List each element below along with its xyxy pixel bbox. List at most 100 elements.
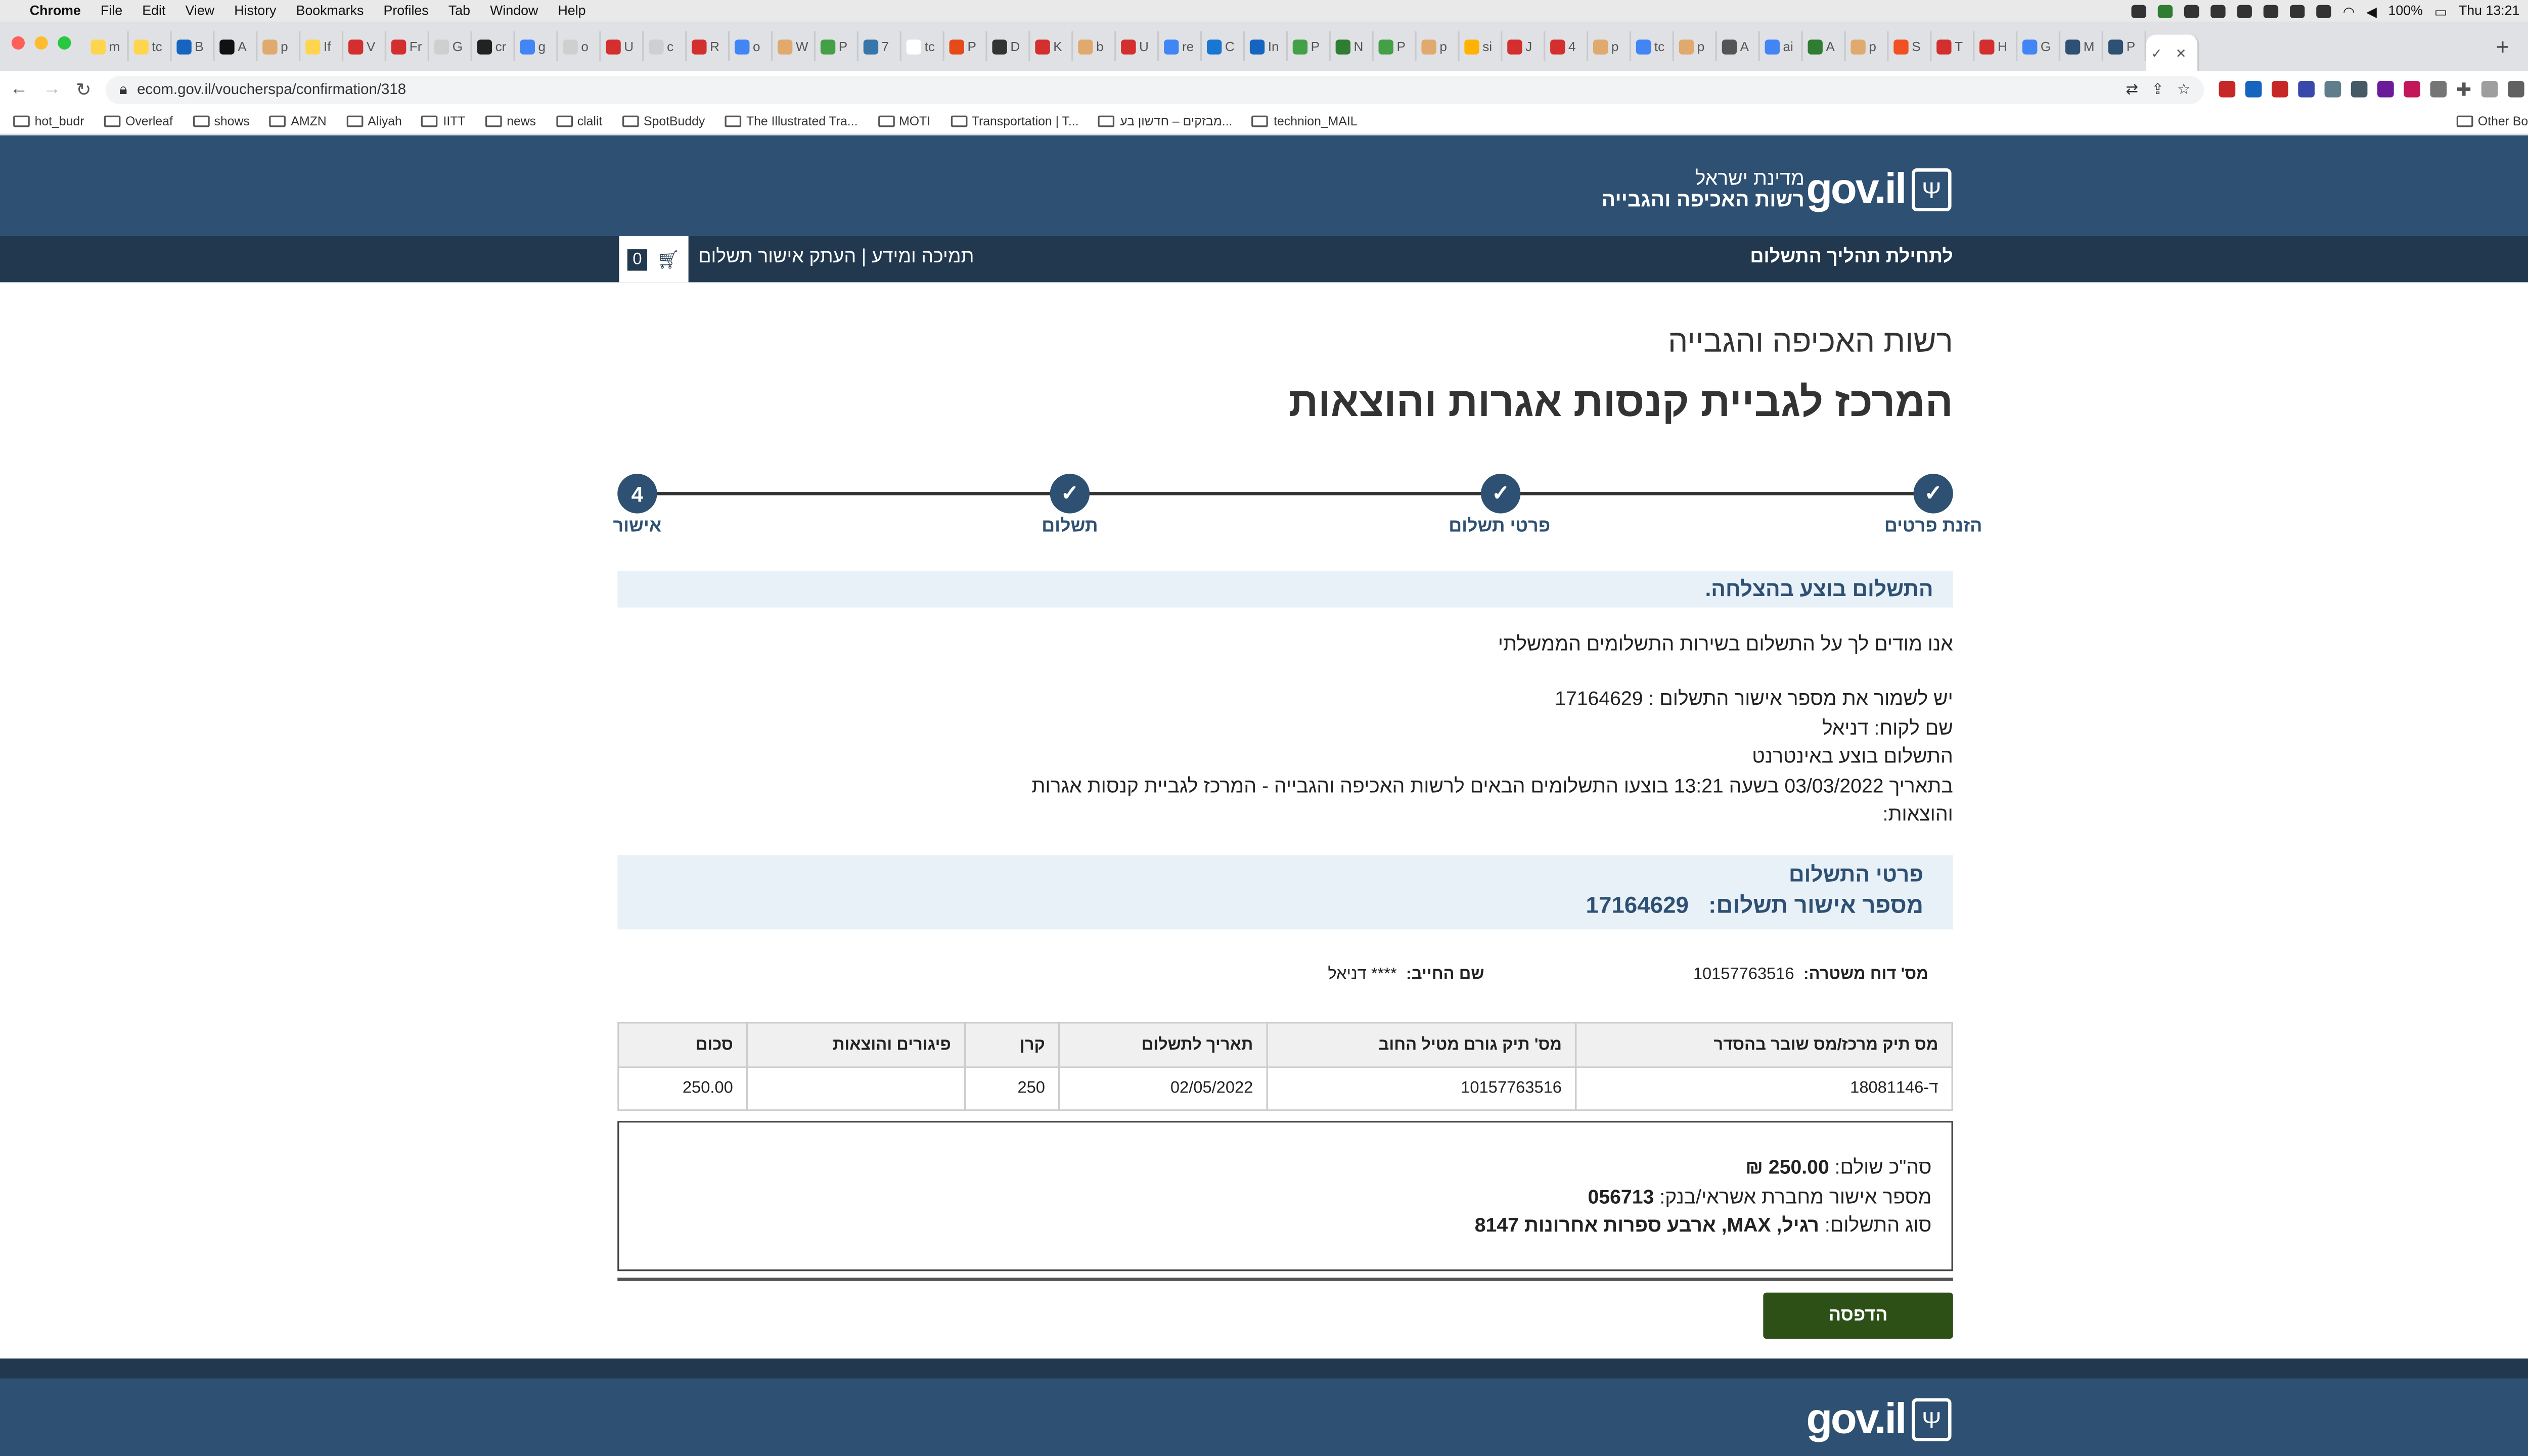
browser-tab[interactable]: o	[558, 31, 601, 61]
browser-tab[interactable]: P	[1374, 31, 1417, 61]
browser-tab[interactable]: p	[1846, 31, 1889, 61]
lock-icon[interactable]: 🔒︎	[119, 80, 127, 98]
bookmark-item[interactable]: IITT	[422, 113, 466, 128]
browser-tab[interactable]: m	[86, 31, 129, 61]
extension-icon[interactable]	[2218, 80, 2235, 98]
battery-percent[interactable]: 100%	[2388, 4, 2423, 18]
bookmark-item[interactable]: clalit	[556, 113, 602, 128]
bookmark-item[interactable]: MOTI	[877, 113, 930, 128]
browser-tab[interactable]: M	[2060, 31, 2103, 61]
browser-tab[interactable]: A	[214, 31, 258, 61]
menu-view[interactable]: View	[186, 4, 214, 18]
clock[interactable]: Thu 13:21	[2459, 4, 2519, 18]
wifi-icon[interactable]: ◠	[2343, 3, 2355, 19]
browser-tab[interactable]: 4	[1545, 31, 1589, 61]
bookmark-star-icon[interactable]: ☆	[2177, 80, 2190, 98]
forward-icon[interactable]: →	[43, 79, 61, 99]
browser-tab[interactable]: K	[1030, 31, 1073, 61]
browser-tab[interactable]: H	[1974, 31, 2018, 61]
browser-tab[interactable]: ai	[1760, 31, 1803, 61]
menu-file[interactable]: File	[101, 4, 122, 18]
browser-tab[interactable]: G	[429, 31, 472, 61]
browser-tab[interactable]: p	[1674, 31, 1717, 61]
browser-tab[interactable]: b	[1073, 31, 1116, 61]
menu-help[interactable]: Help	[558, 4, 585, 18]
other-bookmarks[interactable]: Other Bookmarks	[2456, 113, 2528, 128]
battery-icon[interactable]: ▭	[2434, 3, 2447, 19]
browser-tab[interactable]: P	[1288, 31, 1331, 61]
browser-tab[interactable]: tc	[1631, 31, 1675, 61]
browser-tab[interactable]: re	[1159, 31, 1202, 61]
status-app-icon[interactable]	[2290, 4, 2305, 18]
browser-tab[interactable]: P	[816, 31, 859, 61]
puzzle-icon[interactable]: ✚	[2456, 78, 2471, 100]
bookmark-item[interactable]: technion_MAIL	[1252, 113, 1358, 128]
extension-icon[interactable]	[2351, 80, 2367, 98]
bookmark-item[interactable]: shows	[193, 113, 250, 128]
browser-tab[interactable]: V	[343, 31, 387, 61]
browser-tab[interactable]: J	[1502, 31, 1546, 61]
extension-icon[interactable]	[2403, 80, 2420, 98]
gov-logo[interactable]: gov.il Ψ	[1806, 163, 1952, 214]
browser-tab[interactable]: In	[1245, 31, 1288, 61]
menu-profiles[interactable]: Profiles	[384, 4, 429, 18]
menu-bookmarks[interactable]: Bookmarks	[296, 4, 364, 18]
close-tab-icon[interactable]: ✕	[2176, 46, 2187, 60]
status-app-icon[interactable]	[2237, 4, 2252, 18]
browser-tab[interactable]: C	[1202, 31, 1245, 61]
browser-tab[interactable]: A	[1717, 31, 1760, 61]
browser-tab[interactable]: c	[644, 31, 687, 61]
browser-tab[interactable]: P	[2103, 31, 2146, 61]
bookmark-item[interactable]: Aliyah	[346, 113, 402, 128]
url-text[interactable]: ecom.gov.il/voucherspa/confirmation/318	[137, 81, 406, 98]
sidebar-icon[interactable]	[2507, 80, 2524, 98]
back-icon[interactable]: ←	[10, 79, 28, 99]
print-button[interactable]: הדפסה	[1763, 1292, 1953, 1339]
status-app-icon[interactable]	[2316, 4, 2332, 18]
extension-icon[interactable]	[2271, 80, 2288, 98]
browser-tab[interactable]: 7	[859, 31, 901, 61]
zoom-window-button[interactable]	[58, 36, 71, 50]
extension-icon[interactable]	[2297, 80, 2315, 98]
browser-tab[interactable]: R	[687, 31, 730, 61]
browser-tab[interactable]: A	[1803, 31, 1846, 61]
browser-tab[interactable]: tc	[129, 31, 172, 61]
close-window-button[interactable]	[11, 36, 25, 50]
minimize-window-button[interactable]	[34, 36, 48, 50]
status-app-icon[interactable]	[2158, 4, 2173, 18]
browser-tab[interactable]: p	[257, 31, 301, 61]
menu-app-name[interactable]: Chrome	[30, 4, 81, 18]
status-app-icon[interactable]	[2264, 4, 2279, 18]
bookmark-item[interactable]: hot_budr	[13, 113, 84, 128]
browser-tab[interactable]: o	[730, 31, 773, 61]
browser-tab[interactable]: N	[1331, 31, 1374, 61]
bookmark-item[interactable]: AMZN	[269, 113, 327, 128]
bookmark-item[interactable]: Overleaf	[104, 113, 173, 128]
start-payment-link[interactable]: לתחילת תהליך התשלום	[1750, 248, 1953, 267]
support-link[interactable]: תמיכה ומידע | העתק אישור תשלום	[698, 248, 974, 267]
browser-tab[interactable]: Fr	[386, 31, 429, 61]
extension-icon[interactable]	[2245, 80, 2262, 98]
browser-tab[interactable]: U	[601, 31, 644, 61]
bookmark-item[interactable]: SpotBuddy	[622, 113, 705, 128]
bookmark-item[interactable]: The Illustrated Tra...	[725, 113, 857, 128]
browser-tab[interactable]: T	[1931, 31, 1975, 61]
reload-icon[interactable]: ↻	[76, 78, 91, 100]
status-app-icon[interactable]	[2210, 4, 2226, 18]
browser-tab[interactable]: U	[1116, 31, 1159, 61]
browser-tab[interactable]: si	[1460, 31, 1503, 61]
reading-list-icon[interactable]	[2429, 80, 2447, 98]
active-tab[interactable]: ✓ ✕	[2146, 34, 2199, 71]
bookmark-item[interactable]: Transportation | T...	[950, 113, 1079, 128]
browser-tab[interactable]: W	[773, 31, 816, 61]
browser-tab[interactable]: D	[987, 31, 1030, 61]
browser-tab[interactable]: B	[172, 31, 215, 61]
cart-button[interactable]: 0 🛒︎	[619, 236, 689, 283]
bookmark-item[interactable]: news	[485, 113, 536, 128]
status-app-icon[interactable]	[2184, 4, 2199, 18]
browser-tab[interactable]: g	[515, 31, 558, 61]
browser-tab[interactable]: cr	[472, 31, 515, 61]
status-app-icon[interactable]	[2131, 4, 2147, 18]
browser-tab[interactable]: S	[1889, 31, 1932, 61]
media-icon[interactable]	[2481, 80, 2498, 98]
